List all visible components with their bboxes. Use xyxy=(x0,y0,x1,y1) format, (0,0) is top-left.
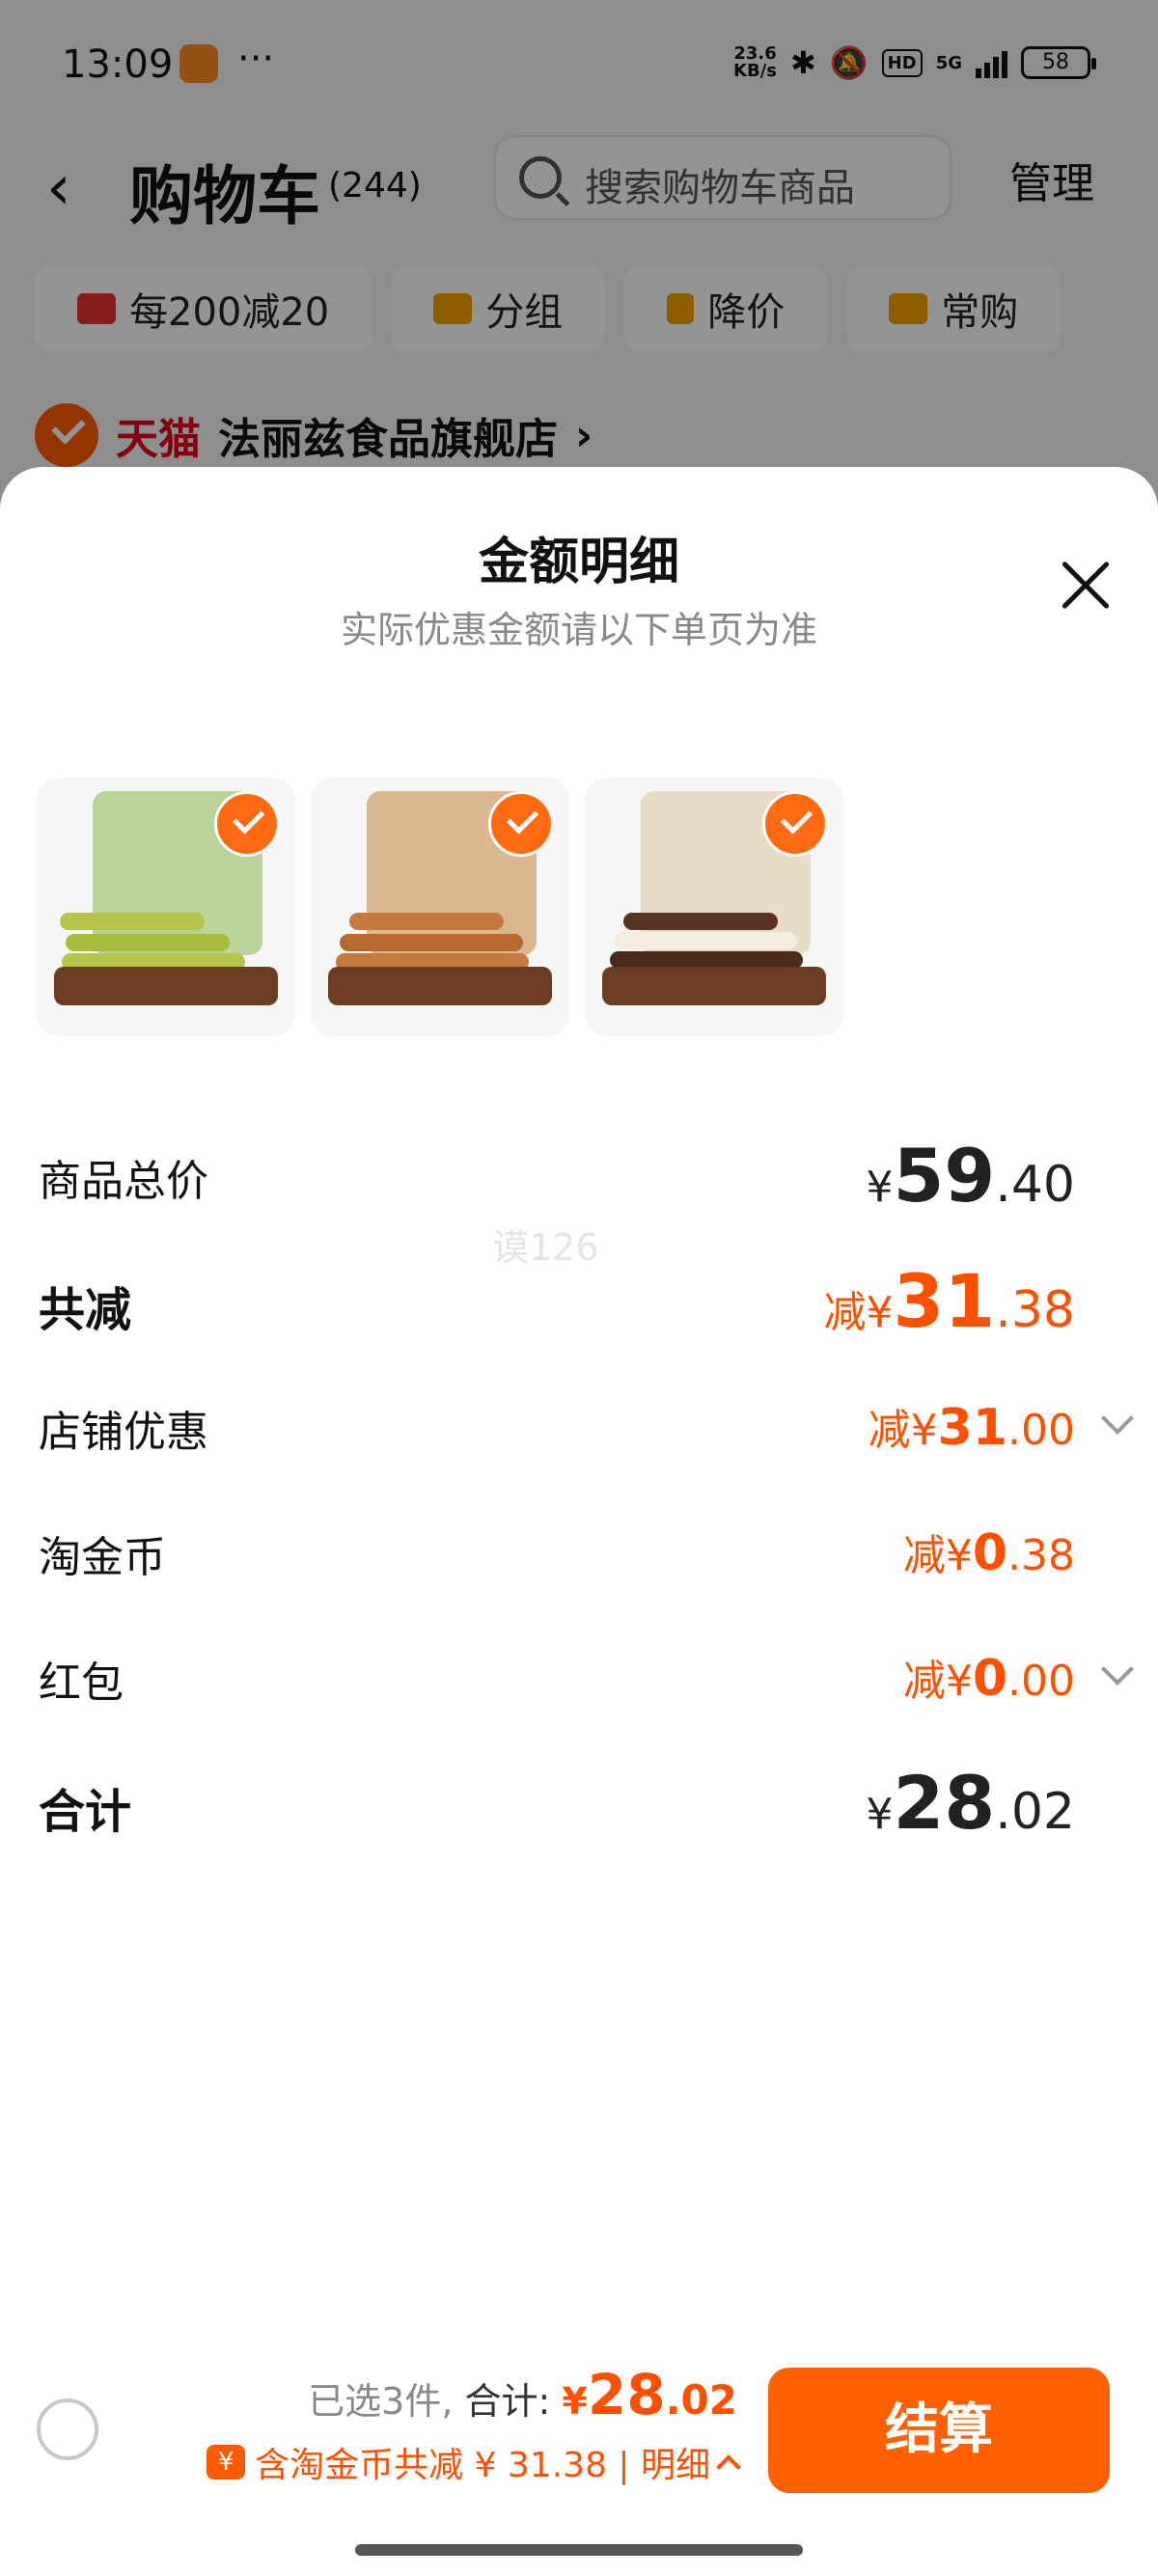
product-image xyxy=(340,934,523,951)
row-total-price: 商品总价 ¥59.40 xyxy=(39,1127,1119,1223)
product-image xyxy=(623,913,778,930)
checkout-bar: 已选3件, 合计: ¥28.02 ¥ 含淘金币共减 ¥ 31.38 | 明细 结… xyxy=(0,2348,1158,2522)
row-sum: 合计 ¥28.02 xyxy=(39,1754,1119,1850)
amount-detail-sheet: 金额明细 实际优惠金额请以下单页为准 商品总价 ¥59.40 共减 减¥31.3… xyxy=(0,467,1158,2576)
close-icon[interactable] xyxy=(1060,560,1110,610)
chevron-up-icon xyxy=(716,2454,741,2480)
currency-symbol: ¥ xyxy=(562,2380,588,2423)
row-taobao-coin: 淘金币 减¥0.38 xyxy=(39,1503,1119,1600)
value-decimal: .02 xyxy=(665,2376,737,2424)
product-image xyxy=(54,967,278,1005)
value-integer: 31 xyxy=(937,1399,1008,1457)
home-indicator[interactable] xyxy=(355,2544,803,2556)
selected-count: 已选3件, xyxy=(308,2380,454,2423)
coin-icon: ¥ xyxy=(207,2445,246,2480)
coin-discount-detail[interactable]: ¥ 含淘金币共减 ¥ 31.38 | 明细 xyxy=(207,2437,741,2487)
row-label: 商品总价 xyxy=(39,1157,208,1206)
row-value: 减¥31.38 xyxy=(824,1258,1075,1344)
coin-discount-text: 含淘金币共减 ¥ 31.38 | 明细 xyxy=(255,2446,710,2485)
currency-symbol: ¥ xyxy=(866,1163,894,1212)
currency-symbol: 减¥ xyxy=(902,1657,973,1706)
value-decimal: .00 xyxy=(1007,1657,1075,1706)
row-value: ¥28.02 xyxy=(867,1760,1075,1846)
select-all-checkbox[interactable] xyxy=(37,2398,98,2460)
product-image xyxy=(602,967,826,1005)
checkout-button[interactable]: 结算 xyxy=(768,2368,1110,2493)
product-image xyxy=(614,932,797,949)
product-checked-icon[interactable] xyxy=(762,791,828,857)
row-label: 共减 xyxy=(39,1283,132,1337)
product-checked-icon[interactable] xyxy=(488,791,554,857)
value-decimal: .38 xyxy=(995,1281,1075,1339)
row-value: ¥59.40 xyxy=(867,1133,1075,1219)
value-integer: 0 xyxy=(972,1524,1008,1582)
value-decimal: .38 xyxy=(1007,1531,1075,1580)
row-value: 减¥31.00 xyxy=(868,1395,1075,1457)
selected-summary: 已选3件, 合计: ¥28.02 xyxy=(308,2362,737,2427)
product-checked-icon[interactable] xyxy=(214,791,280,857)
value-integer: 0 xyxy=(972,1650,1008,1708)
sum-label: 合计: xyxy=(464,2380,551,2423)
product-image xyxy=(328,967,552,1005)
watermark: 谟126 xyxy=(492,1226,599,1269)
row-value: 减¥0.00 xyxy=(903,1646,1075,1708)
value-decimal: .00 xyxy=(1007,1406,1075,1455)
chevron-down-icon[interactable] xyxy=(1101,1653,1134,1685)
currency-symbol: ¥ xyxy=(866,1790,894,1839)
currency-symbol: 减¥ xyxy=(902,1531,973,1580)
sum-amount: ¥28.02 xyxy=(562,2362,737,2427)
row-label: 淘金币 xyxy=(39,1533,166,1582)
value-integer: 59 xyxy=(893,1133,996,1219)
row-shop-discount[interactable]: 店铺优惠 减¥31.00 xyxy=(39,1378,1134,1474)
value-decimal: .40 xyxy=(995,1156,1075,1214)
row-value: 减¥0.38 xyxy=(903,1521,1075,1582)
value-integer: 28 xyxy=(893,1760,996,1846)
value-decimal: .02 xyxy=(995,1783,1075,1841)
product-image xyxy=(60,913,205,930)
chevron-down-icon[interactable] xyxy=(1101,1402,1134,1435)
product-image xyxy=(66,934,230,951)
sheet-subtitle: 实际优惠金额请以下单页为准 xyxy=(340,609,817,651)
row-label: 红包 xyxy=(39,1658,124,1708)
row-red-packet[interactable]: 红包 减¥0.00 xyxy=(39,1629,1134,1725)
product-thumbnail-original[interactable] xyxy=(311,778,569,1036)
value-integer: 28 xyxy=(587,2362,666,2427)
currency-symbol: 减¥ xyxy=(868,1406,938,1455)
value-integer: 31 xyxy=(893,1258,996,1344)
currency-symbol: 减¥ xyxy=(823,1288,894,1337)
product-thumbnail-matcha[interactable] xyxy=(37,778,295,1036)
sheet-title: 金额明细 xyxy=(478,534,679,591)
row-label: 店铺优惠 xyxy=(39,1408,208,1457)
selected-products xyxy=(37,778,843,1036)
row-label: 合计 xyxy=(39,1785,132,1839)
product-thumbnail-chocolate[interactable] xyxy=(585,778,843,1036)
product-image xyxy=(349,913,504,930)
